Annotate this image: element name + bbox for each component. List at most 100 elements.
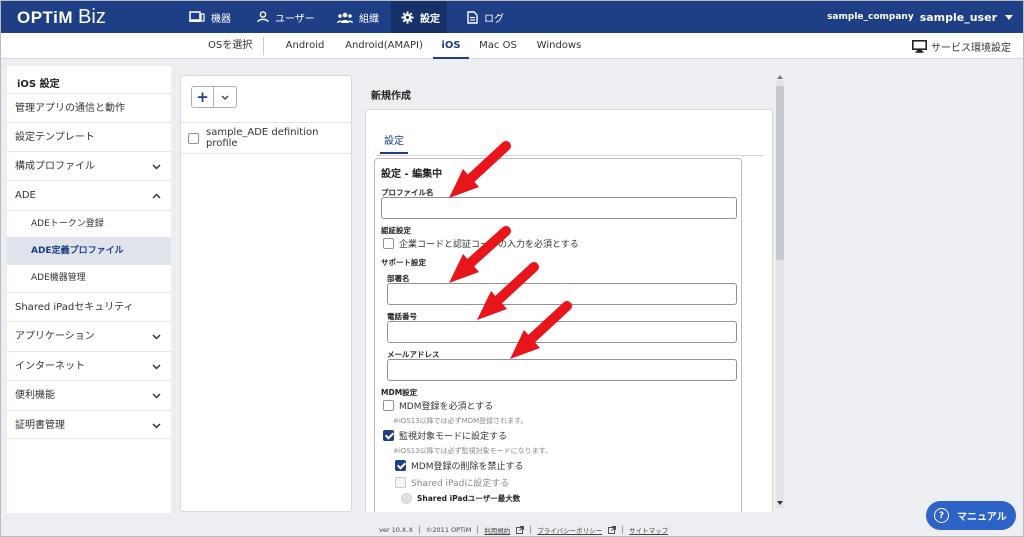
- manual-button[interactable]: ? マニュアル: [926, 501, 1016, 530]
- sidebar-item-ade-devices[interactable]: ADE機器管理: [7, 264, 171, 291]
- shared-ipad-max-users-radio[interactable]: [401, 493, 412, 504]
- nav-settings-label: 設定: [420, 13, 440, 25]
- sidebar-item-config-profiles[interactable]: 構成プロファイル: [7, 151, 171, 180]
- chevron-down-icon: [1005, 14, 1013, 20]
- sidebar-title: iOS 設定: [17, 79, 60, 90]
- user-name: sample_user: [919, 10, 997, 24]
- auth-code-required-checkbox[interactable]: [383, 238, 394, 249]
- os-tab-bar: OSを選択 Android Android(AMAPI) iOS Mac OS …: [1, 33, 1023, 59]
- settings-form: 設定 - 編集中 プロファイル名 認証設定 企業コードと認証コードの入力を必須と…: [374, 158, 742, 512]
- sidebar-item-app-communication[interactable]: 管理アプリの通信と動作: [7, 93, 171, 122]
- logo-main: OPTiM: [17, 8, 74, 27]
- prevent-mdm-removal-checkbox[interactable]: [395, 460, 406, 471]
- divider: [376, 155, 764, 156]
- sidebar-item-ade-token[interactable]: ADEトークン登録: [7, 210, 171, 237]
- sidebar-item-applications[interactable]: アプリケーション: [7, 321, 171, 350]
- shared-ipad-max-users-option[interactable]: Shared iPadユーザー最大数: [401, 493, 520, 504]
- chevron-down-icon: [152, 381, 161, 410]
- sidebar-item-label: 管理アプリの通信と動作: [15, 103, 125, 114]
- sidebar-item-label: ADE機器管理: [31, 273, 86, 283]
- top-navbar: OPTiM Biz 機器 ユーザー 組織 設定 ログ sample_compan…: [1, 1, 1023, 33]
- sidebar-item-label: 証明書管理: [15, 420, 65, 431]
- department-input[interactable]: [387, 283, 737, 305]
- supervised-label: 監視対象モードに設定する: [399, 432, 508, 442]
- service-settings-link[interactable]: サービス環境設定: [912, 33, 1011, 59]
- auth-code-required-label: 企業コードと認証コードの入力を必須とする: [399, 240, 579, 250]
- tab-windows[interactable]: Windows: [531, 33, 587, 59]
- detail-scrollbar[interactable]: [776, 80, 784, 508]
- scrollbar-thumb[interactable]: [776, 86, 784, 260]
- divider: [477, 526, 479, 534]
- supervised-option[interactable]: 監視対象モードに設定する: [383, 429, 507, 442]
- nav-settings[interactable]: 設定: [391, 1, 447, 33]
- external-link-icon: [516, 526, 525, 534]
- sidebar-item-ade-profile[interactable]: ADE定義プロファイル: [7, 237, 171, 264]
- app-window: OPTiM Biz 機器 ユーザー 組織 設定 ログ sample_compan…: [0, 0, 1024, 537]
- sidebar-item-utilities[interactable]: 便利機能: [7, 380, 171, 409]
- chevron-down-icon: [152, 411, 161, 440]
- profile-name-input[interactable]: [381, 197, 737, 219]
- sidebar-item-label: Shared iPadセキュリティ: [15, 302, 134, 313]
- terms-link[interactable]: 利用規約: [484, 525, 510, 535]
- tab-android-amapi[interactable]: Android(AMAPI): [341, 33, 427, 59]
- chevron-up-icon: [152, 181, 161, 210]
- row-checkbox[interactable]: [188, 132, 199, 144]
- profile-name: sample_ADE definition profile: [206, 127, 319, 149]
- supervised-checkbox[interactable]: [383, 430, 394, 441]
- nav-devices[interactable]: 機器: [189, 1, 239, 33]
- nav-devices-label: 機器: [211, 13, 231, 25]
- sidebar-item-label: インターネット: [15, 361, 85, 372]
- sidebar-item-internet[interactable]: インターネット: [7, 351, 171, 380]
- mdm-required-option[interactable]: MDM登録を必須とする: [383, 399, 493, 412]
- add-button-group: +: [191, 86, 237, 108]
- os-select-label: OSを選択: [208, 40, 253, 51]
- tab-settings[interactable]: 設定: [380, 132, 408, 154]
- sidebar-item-label: 設定テンプレート: [15, 132, 95, 143]
- account-menu[interactable]: sample_company sample_user: [827, 1, 1013, 33]
- organization-icon: [337, 12, 353, 23]
- sidebar-item-shared-ipad-security[interactable]: Shared iPadセキュリティ: [7, 292, 171, 321]
- email-input[interactable]: [387, 359, 737, 381]
- shared-ipad-max-users-label: Shared iPadユーザー最大数: [417, 494, 521, 503]
- auth-code-required-option[interactable]: 企業コードと認証コードの入力を必須とする: [383, 237, 579, 250]
- prevent-mdm-removal-option[interactable]: MDM登録の削除を禁止する: [395, 459, 523, 472]
- chevron-down-icon: [152, 352, 161, 381]
- scroll-down-arrow[interactable]: [776, 499, 784, 507]
- prevent-mdm-removal-label: MDM登録の削除を禁止する: [411, 462, 524, 472]
- sidebar-item-label: ADE定義プロファイル: [31, 246, 124, 256]
- sidebar-item-ade[interactable]: ADE: [7, 180, 171, 209]
- device-icon: [189, 11, 205, 22]
- tab-ios[interactable]: iOS: [433, 33, 469, 59]
- sidebar-item-label: 構成プロファイル: [15, 161, 95, 172]
- nav-users[interactable]: ユーザー: [257, 1, 317, 33]
- sitemap-link[interactable]: サイトマップ: [629, 525, 668, 535]
- tab-android[interactable]: Android: [279, 33, 331, 59]
- nav-users-label: ユーザー: [275, 13, 315, 25]
- tab-macos[interactable]: Mac OS: [475, 33, 521, 59]
- divider: [263, 37, 264, 55]
- company-name: sample_company: [827, 12, 914, 22]
- mdm-required-checkbox[interactable]: [383, 400, 394, 411]
- privacy-link[interactable]: プライバシーポリシー: [537, 525, 602, 535]
- mdm-required-label: MDM登録を必須とする: [399, 402, 494, 412]
- add-options-dropdown[interactable]: [214, 87, 236, 107]
- detail-card: 設定 設定 - 編集中 プロファイル名 認証設定 企業コードと認証コードの入力を…: [365, 109, 773, 512]
- sidebar-item-templates[interactable]: 設定テンプレート: [7, 122, 171, 151]
- shared-ipad-option[interactable]: Shared iPadに設定する: [395, 476, 509, 489]
- auth-section-label: 認証設定: [381, 226, 411, 235]
- brand-logo[interactable]: OPTiM Biz: [17, 6, 106, 28]
- shared-ipad-checkbox[interactable]: [395, 477, 406, 488]
- sidebar-item-label: 便利機能: [15, 390, 55, 401]
- sidebar-item-certificates[interactable]: 証明書管理: [7, 410, 171, 439]
- logo-sub: Biz: [78, 6, 106, 28]
- sidebar-item-label: ADE: [15, 190, 36, 201]
- log-icon: [467, 10, 478, 24]
- manual-button-label: マニュアル: [957, 512, 1007, 523]
- list-item[interactable]: sample_ADE definition profile: [181, 122, 351, 154]
- phone-input[interactable]: [387, 321, 737, 343]
- profile-list-panel: + sample_ADE definition profile: [180, 75, 352, 512]
- divider: [622, 526, 624, 534]
- nav-organization[interactable]: 組織: [337, 1, 381, 33]
- nav-logs[interactable]: ログ: [467, 1, 507, 33]
- add-profile-button[interactable]: +: [192, 87, 214, 107]
